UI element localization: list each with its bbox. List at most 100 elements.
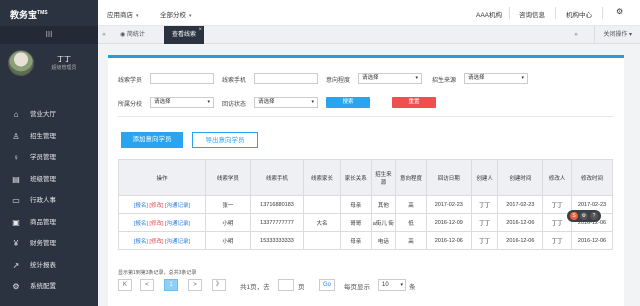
yen-icon: ¥ bbox=[13, 239, 19, 248]
floating-toolbar[interactable]: S ⚙ ? bbox=[567, 210, 601, 222]
gear-icon[interactable]: ⚙ bbox=[580, 212, 588, 220]
leads-table: 操作 线索学员 线索手机 线索家长 家长关系 招生来源 意向程度 回访日期 创建… bbox=[118, 159, 614, 250]
table-cell: 高 bbox=[395, 195, 427, 214]
chevron-down-icon: ▾ bbox=[136, 13, 139, 19]
row-actions: [报名] [修改] [沟通记录] bbox=[118, 195, 206, 214]
pagination: K < 1 > 》 共1页，去 页 Go 每页显示 10 ▾ 条 bbox=[118, 279, 618, 293]
table-cell: 2016-12-06 bbox=[425, 231, 472, 250]
table-cell: 其他 bbox=[370, 195, 397, 214]
contact-log-link[interactable]: [沟通记录] bbox=[165, 239, 190, 245]
visit-select[interactable]: 请选择 ▾ bbox=[254, 97, 318, 108]
branch-select[interactable]: 请选择 ▾ bbox=[150, 97, 214, 108]
student-label: 线索学员 bbox=[118, 78, 143, 84]
page-jump-input[interactable] bbox=[278, 279, 294, 291]
search-button[interactable]: 搜索 bbox=[326, 97, 370, 108]
last-page-button[interactable]: 》 bbox=[212, 279, 226, 291]
column-header: 线索家长 bbox=[303, 159, 341, 196]
avatar[interactable] bbox=[8, 50, 34, 76]
user-profile: 丁丁 超级管理员 bbox=[0, 44, 98, 104]
source-select[interactable]: 请选择 ▾ bbox=[464, 73, 528, 84]
sidebar-item-goods[interactable]: ▣ 商品管理 bbox=[0, 212, 98, 234]
phone-label: 线索手机 bbox=[222, 78, 247, 84]
sidebar-item-admin[interactable]: ▭ 行政人事 bbox=[0, 190, 98, 212]
settings-gear-icon[interactable]: ⚙ bbox=[616, 7, 623, 16]
student-input[interactable] bbox=[150, 73, 214, 84]
contact-log-link[interactable]: [沟通记录] bbox=[165, 221, 190, 227]
app-store-menu[interactable]: 应用商店 ▾ bbox=[107, 9, 139, 19]
gear-icon: ⚙ bbox=[12, 282, 20, 291]
export-leads-button[interactable]: 导出意向学员 bbox=[192, 132, 258, 148]
user-add-icon: ♙ bbox=[12, 131, 20, 141]
edit-link[interactable]: [修改] bbox=[149, 221, 163, 227]
column-header: 家长关系 bbox=[339, 159, 372, 196]
table-cell: 丁丁 bbox=[542, 195, 572, 214]
tab-stats[interactable]: ◉ 简统计 bbox=[112, 26, 153, 44]
prev-page-button[interactable]: < bbox=[140, 279, 154, 291]
org-center-link[interactable]: 机构中心 bbox=[566, 9, 592, 19]
chevron-down-icon: ▾ bbox=[311, 99, 314, 105]
row-actions: [报名] [修改] [沟通记录] bbox=[118, 231, 206, 250]
chevron-down-icon: ▾ bbox=[189, 13, 192, 19]
chevron-down-icon: ▾ bbox=[207, 99, 210, 105]
tab-view-leads[interactable]: 查看线索 × bbox=[164, 26, 205, 44]
table-cell: 丁丁 bbox=[542, 231, 572, 250]
chart-icon: ↗ bbox=[12, 260, 20, 270]
sidebar-item-reports[interactable]: ↗ 统计报表 bbox=[0, 255, 98, 277]
column-header: 线索学员 bbox=[204, 159, 251, 196]
messages-link[interactable]: 咨询信息 bbox=[519, 9, 545, 19]
sidebar-item-finance[interactable]: ¥ 财务管理 bbox=[0, 233, 98, 255]
sidebar-item-students[interactable]: ♀ 学员管理 bbox=[0, 147, 98, 169]
table-cell: 2016-12-09 bbox=[425, 213, 472, 232]
go-button[interactable]: Go bbox=[319, 279, 335, 291]
page-info-prefix: 共1页，去 bbox=[240, 284, 270, 291]
sidebar-item-enrollment[interactable]: ♙ 招生管理 bbox=[0, 126, 98, 148]
table-cell bbox=[303, 231, 341, 250]
tab-next-button[interactable]: » bbox=[570, 26, 582, 44]
close-icon[interactable]: × bbox=[199, 21, 203, 39]
intent-select[interactable]: 请选择 ▾ bbox=[358, 73, 422, 84]
table-cell: 小明 bbox=[204, 213, 251, 232]
enroll-link[interactable]: [报名] bbox=[134, 221, 148, 227]
branch-menu[interactable]: 全部分校 ▾ bbox=[160, 9, 192, 19]
app-logo[interactable]: 教务宝TMS bbox=[0, 0, 98, 26]
page-1-button[interactable]: 1 bbox=[164, 279, 178, 291]
table-row: [报名] [修改] [沟通记录] 张一 13716880183 母亲 其他高 2017-0… bbox=[118, 195, 614, 214]
edit-link[interactable]: [修改] bbox=[149, 203, 163, 209]
table-cell: 低 bbox=[395, 213, 427, 232]
org-name[interactable]: AAA机构 bbox=[476, 9, 502, 19]
sidebar-toggle-button[interactable]: III bbox=[0, 26, 98, 44]
table-cell bbox=[303, 195, 341, 214]
sidebar-item-classes[interactable]: ▤ 班级管理 bbox=[0, 169, 98, 191]
sogou-icon[interactable]: S bbox=[570, 212, 578, 220]
enroll-link[interactable]: [报名] bbox=[134, 239, 148, 245]
sidebar-item-settings[interactable]: ⚙ 系统配置 bbox=[0, 276, 98, 298]
close-operations-menu[interactable]: 关闭操作 ▾ bbox=[594, 26, 640, 44]
chevron-down-icon: ▾ bbox=[521, 75, 524, 81]
table-cell: 2017-02-23 bbox=[497, 195, 544, 214]
phone-input[interactable] bbox=[254, 73, 318, 84]
next-page-button[interactable]: > bbox=[188, 279, 202, 291]
sidebar-item-hall[interactable]: ⌂ 营业大厅 bbox=[0, 104, 98, 126]
goods-icon: ▣ bbox=[12, 217, 20, 227]
table-cell: 2017-02-23 bbox=[425, 195, 472, 214]
column-header: 招生来源 bbox=[370, 159, 397, 196]
help-icon[interactable]: ? bbox=[590, 212, 598, 220]
column-header: 线索手机 bbox=[249, 159, 305, 196]
table-cell: 高 bbox=[395, 231, 427, 250]
table-cell: 丁丁 bbox=[470, 213, 499, 232]
chevron-down-icon: ▾ bbox=[415, 75, 418, 81]
first-page-button[interactable]: K bbox=[118, 279, 132, 291]
reset-button[interactable]: 重置 bbox=[392, 97, 436, 108]
user-role: 超级管理员 bbox=[51, 65, 77, 71]
column-header: 操作 bbox=[118, 159, 206, 196]
divider bbox=[118, 116, 614, 117]
tab-prev-button[interactable]: « bbox=[98, 26, 110, 44]
contact-log-link[interactable]: [沟通记录] bbox=[165, 203, 190, 209]
edit-link[interactable]: [修改] bbox=[149, 239, 163, 245]
table-cell: 2016-12-06 bbox=[570, 231, 614, 250]
per-page-select[interactable]: 10 ▾ bbox=[378, 279, 406, 291]
intent-label: 意向程度 bbox=[326, 78, 351, 84]
enroll-link[interactable]: [报名] bbox=[134, 203, 148, 209]
user-icon: ♀ bbox=[13, 153, 19, 162]
add-lead-button[interactable]: 添加意向学员 bbox=[121, 132, 183, 148]
